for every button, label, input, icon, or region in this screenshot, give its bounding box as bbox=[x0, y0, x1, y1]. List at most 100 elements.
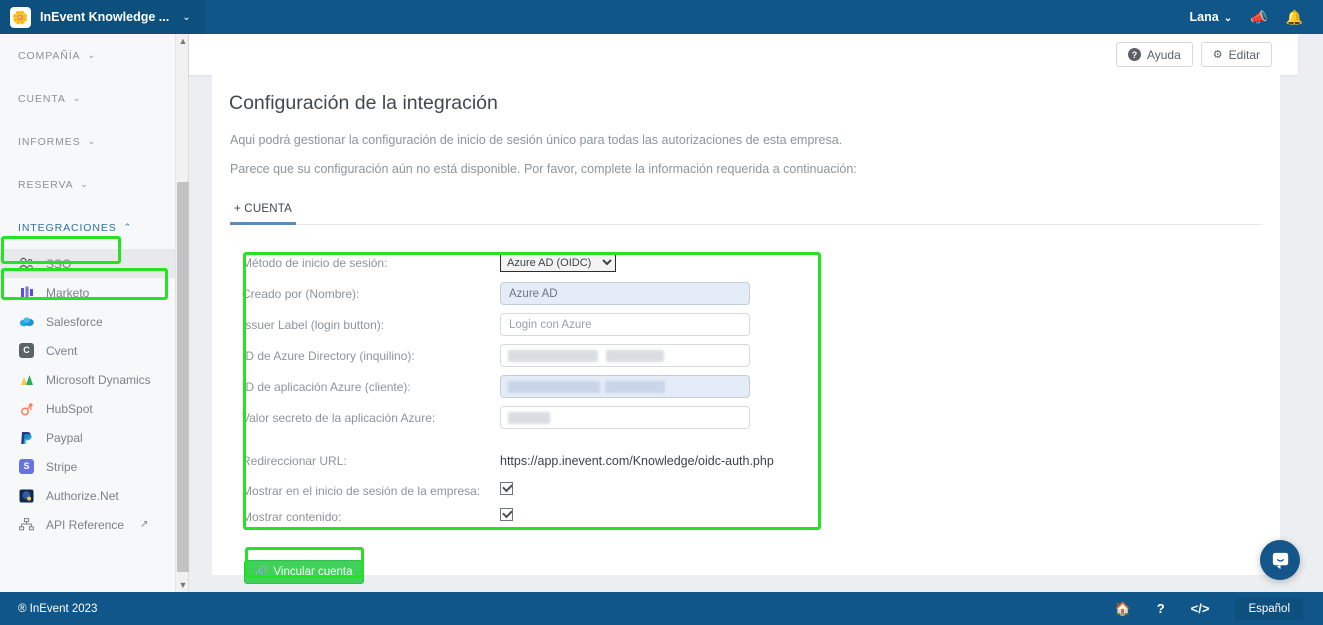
sidebar-item-salesforce[interactable]: Salesforce bbox=[0, 307, 175, 336]
chevron-down-icon: ⌄ bbox=[87, 136, 97, 146]
sidebar-group-label: COMPAÑÍA bbox=[18, 49, 81, 62]
directory-id-input[interactable] bbox=[500, 344, 750, 367]
sidebar: COMPAÑÍA ⌄ CUENTA ⌄ INFORMES ⌄ RESERVA ⌄… bbox=[0, 34, 175, 592]
main-panel: Configuración de la integración Aqui pod… bbox=[212, 75, 1280, 584]
megaphone-icon[interactable]: 📣 bbox=[1250, 10, 1267, 24]
footer-actions: 🏠 ? </> Español bbox=[1115, 597, 1323, 620]
issuer-label-label: Issuer Label (login button): bbox=[242, 317, 385, 332]
sidebar-item-label: Marketo bbox=[46, 285, 90, 300]
sidebar-group-label: RESERVA bbox=[18, 178, 74, 191]
show-content-checkbox[interactable] bbox=[500, 508, 513, 521]
sidebar-group-informes[interactable]: INFORMES ⌄ bbox=[0, 120, 175, 163]
sidebar-item-stripe[interactable]: S Stripe bbox=[0, 452, 175, 481]
page-toolbar: ? Ayuda ⚙ Editar bbox=[189, 34, 1298, 75]
application-id-label: ID de aplicación Azure (cliente): bbox=[242, 379, 411, 394]
redacted-value bbox=[606, 350, 664, 362]
form-row-login-method: Método de inicio de sesión: Azure AD (OI… bbox=[242, 247, 812, 278]
redacted-value bbox=[605, 381, 665, 393]
sidebar-group-cuenta[interactable]: CUENTA ⌄ bbox=[0, 77, 175, 120]
bell-icon[interactable]: 🔔 bbox=[1286, 10, 1303, 24]
form-row-directory-id: ID de Azure Directory (inquilino): bbox=[242, 340, 812, 371]
sitemap-icon bbox=[18, 516, 35, 533]
sidebar-item-marketo[interactable]: Marketo bbox=[0, 278, 175, 307]
redacted-value bbox=[508, 381, 600, 393]
form-row-redirect-url: Redireccionar URL: https://app.inevent.c… bbox=[242, 444, 812, 478]
authorize-net-icon bbox=[18, 487, 35, 504]
sidebar-item-cvent[interactable]: C Cvent bbox=[0, 336, 175, 365]
company-logo-icon: 🌼 bbox=[10, 6, 31, 28]
chevron-up-icon: ⌃ bbox=[123, 222, 133, 232]
cvent-icon: C bbox=[18, 342, 35, 359]
gear-icon: ⚙ bbox=[1212, 49, 1223, 61]
sidebar-item-api-reference[interactable]: API Reference ↗ bbox=[0, 510, 175, 539]
chevron-down-icon: ⌄ bbox=[1223, 13, 1233, 24]
app-root: 🌼 InEvent Knowledge ... ⌄ Lana ⌄ 📣 🔔 COMP… bbox=[0, 0, 1323, 625]
directory-id-label: ID de Azure Directory (inquilino): bbox=[242, 348, 415, 363]
edit-button[interactable]: ⚙ Editar bbox=[1200, 42, 1272, 67]
show-content-label: Mostrar contenido: bbox=[242, 510, 342, 524]
secret-value-label: Valor secreto de la aplicación Azure: bbox=[242, 410, 436, 425]
edit-button-label: Editar bbox=[1228, 47, 1260, 62]
tab-bar: + CUENTA bbox=[230, 199, 1262, 225]
chevron-down-icon: ⌄ bbox=[80, 179, 89, 189]
link-icon: 🔗 bbox=[255, 566, 268, 578]
chevron-down-icon: ⌄ bbox=[72, 93, 82, 103]
sidebar-item-paypal[interactable]: Paypal bbox=[0, 423, 175, 452]
scrollbar-thumb[interactable] bbox=[177, 182, 189, 572]
scroll-up-arrow-icon[interactable]: ▲ bbox=[176, 34, 190, 48]
salesforce-icon bbox=[18, 313, 35, 330]
chat-widget-button[interactable] bbox=[1260, 540, 1300, 580]
secret-value-input[interactable] bbox=[500, 406, 750, 429]
sidebar-group-reserva[interactable]: RESERVA ⌄ bbox=[0, 163, 175, 206]
sidebar-group-integraciones[interactable]: INTEGRACIONES ⌃ bbox=[0, 206, 175, 249]
language-selector[interactable]: Español bbox=[1235, 597, 1303, 620]
sidebar-item-label: Paypal bbox=[46, 430, 83, 445]
scroll-down-arrow-icon[interactable]: ▼ bbox=[176, 578, 190, 592]
chat-bubble-icon bbox=[1272, 552, 1288, 569]
sidebar-group-compania[interactable]: COMPAÑÍA ⌄ bbox=[0, 34, 175, 77]
link-account-button[interactable]: 🔗 Vincular cuenta bbox=[244, 560, 364, 584]
form-row-application-id: ID de aplicación Azure (cliente): bbox=[242, 371, 812, 402]
link-account-button-label: Vincular cuenta bbox=[273, 566, 353, 578]
home-icon[interactable]: 🏠 bbox=[1115, 601, 1131, 617]
sidebar-group-label: INFORMES bbox=[18, 135, 81, 148]
show-company-login-checkbox[interactable] bbox=[500, 482, 513, 495]
page-description-2: Parece que su configuración aún no está … bbox=[230, 162, 857, 176]
brand-name-label: InEvent Knowledge ... bbox=[40, 10, 170, 24]
form-row-created-by: Creado por (Nombre): bbox=[242, 278, 812, 309]
sidebar-item-label: Stripe bbox=[46, 459, 78, 474]
tab-cuenta[interactable]: + CUENTA bbox=[230, 203, 296, 225]
application-id-input[interactable] bbox=[500, 375, 750, 398]
show-company-login-label: Mostrar en el inicio de sesión de la emp… bbox=[242, 484, 481, 498]
sidebar-item-label: HubSpot bbox=[46, 401, 93, 416]
hubspot-icon bbox=[18, 400, 35, 417]
code-icon[interactable]: </> bbox=[1191, 601, 1210, 616]
top-navigation-bar: 🌼 InEvent Knowledge ... ⌄ Lana ⌄ 📣 🔔 bbox=[0, 0, 1323, 34]
user-menu[interactable]: Lana ⌄ bbox=[1190, 10, 1233, 24]
help-icon[interactable]: ? bbox=[1157, 601, 1165, 616]
sidebar-scrollbar[interactable]: ▲ ▼ bbox=[175, 34, 189, 592]
sidebar-item-label: Salesforce bbox=[46, 314, 103, 329]
sidebar-item-authorize-net[interactable]: Authorize.Net bbox=[0, 481, 175, 510]
help-button[interactable]: ? Ayuda bbox=[1115, 42, 1193, 67]
form-row-issuer-label: Issuer Label (login button): bbox=[242, 309, 812, 340]
created-by-input[interactable] bbox=[500, 282, 750, 305]
external-link-icon: ↗ bbox=[140, 519, 149, 530]
login-method-select[interactable]: Azure AD (OIDC) bbox=[500, 253, 616, 273]
sidebar-item-label: Microsoft Dynamics bbox=[46, 372, 151, 387]
sidebar-item-microsoft-dynamics[interactable]: Microsoft Dynamics bbox=[0, 365, 175, 394]
brand-selector[interactable]: 🌼 InEvent Knowledge ... ⌄ bbox=[0, 0, 205, 34]
marketo-icon bbox=[18, 284, 35, 301]
chevron-down-icon: ⌄ bbox=[182, 11, 191, 23]
chevron-down-icon: ⌄ bbox=[87, 50, 96, 60]
issuer-label-input[interactable] bbox=[500, 313, 750, 336]
sidebar-item-label: SSO bbox=[46, 256, 72, 271]
sidebar-item-label: Cvent bbox=[46, 343, 78, 358]
sidebar-item-hubspot[interactable]: HubSpot bbox=[0, 394, 175, 423]
login-method-label: Método de inicio de sesión: bbox=[242, 255, 388, 270]
redirect-url-label: Redireccionar URL: bbox=[242, 454, 347, 468]
user-name-label: Lana bbox=[1189, 10, 1219, 24]
people-icon bbox=[18, 255, 35, 272]
sso-configuration-form: Método de inicio de sesión: Azure AD (OI… bbox=[242, 247, 812, 530]
sidebar-item-sso[interactable]: SSO bbox=[0, 249, 175, 278]
